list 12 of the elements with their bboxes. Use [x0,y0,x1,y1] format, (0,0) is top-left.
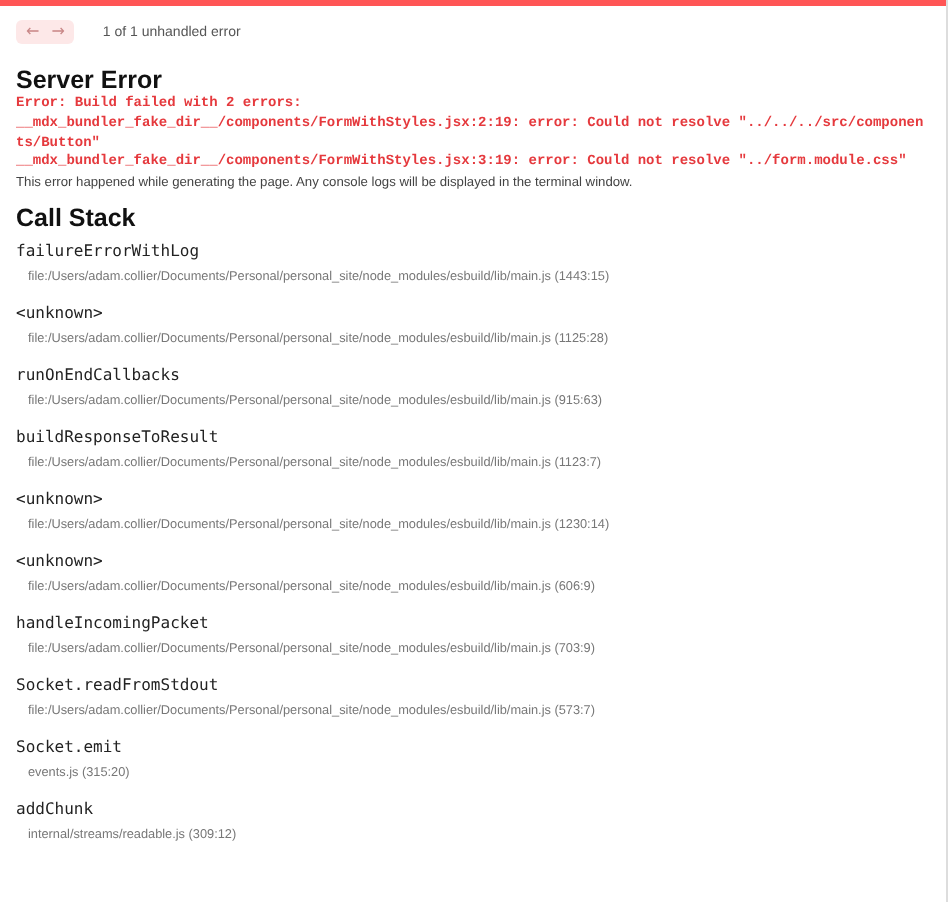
stack-frame-function: Socket.readFromStdout [16,674,221,699]
stack-frame-function: failureErrorWithLog [16,240,202,265]
error-title: Server Error [16,66,164,94]
stack-frame-function: buildResponseToResult [16,426,221,451]
stack-frame-function: <unknown> [16,550,105,575]
stack-frame-function: <unknown> [16,488,105,513]
call-stack-title: Call Stack [16,204,138,233]
stack-frame-function: runOnEndCallbacks [16,364,182,389]
stack-frame-function: addChunk [16,798,96,823]
stack-frame-function: Socket.emit [16,736,124,761]
stack-frame-function: <unknown> [16,302,105,327]
stack-frame-function: handleIncomingPacket [16,612,211,637]
